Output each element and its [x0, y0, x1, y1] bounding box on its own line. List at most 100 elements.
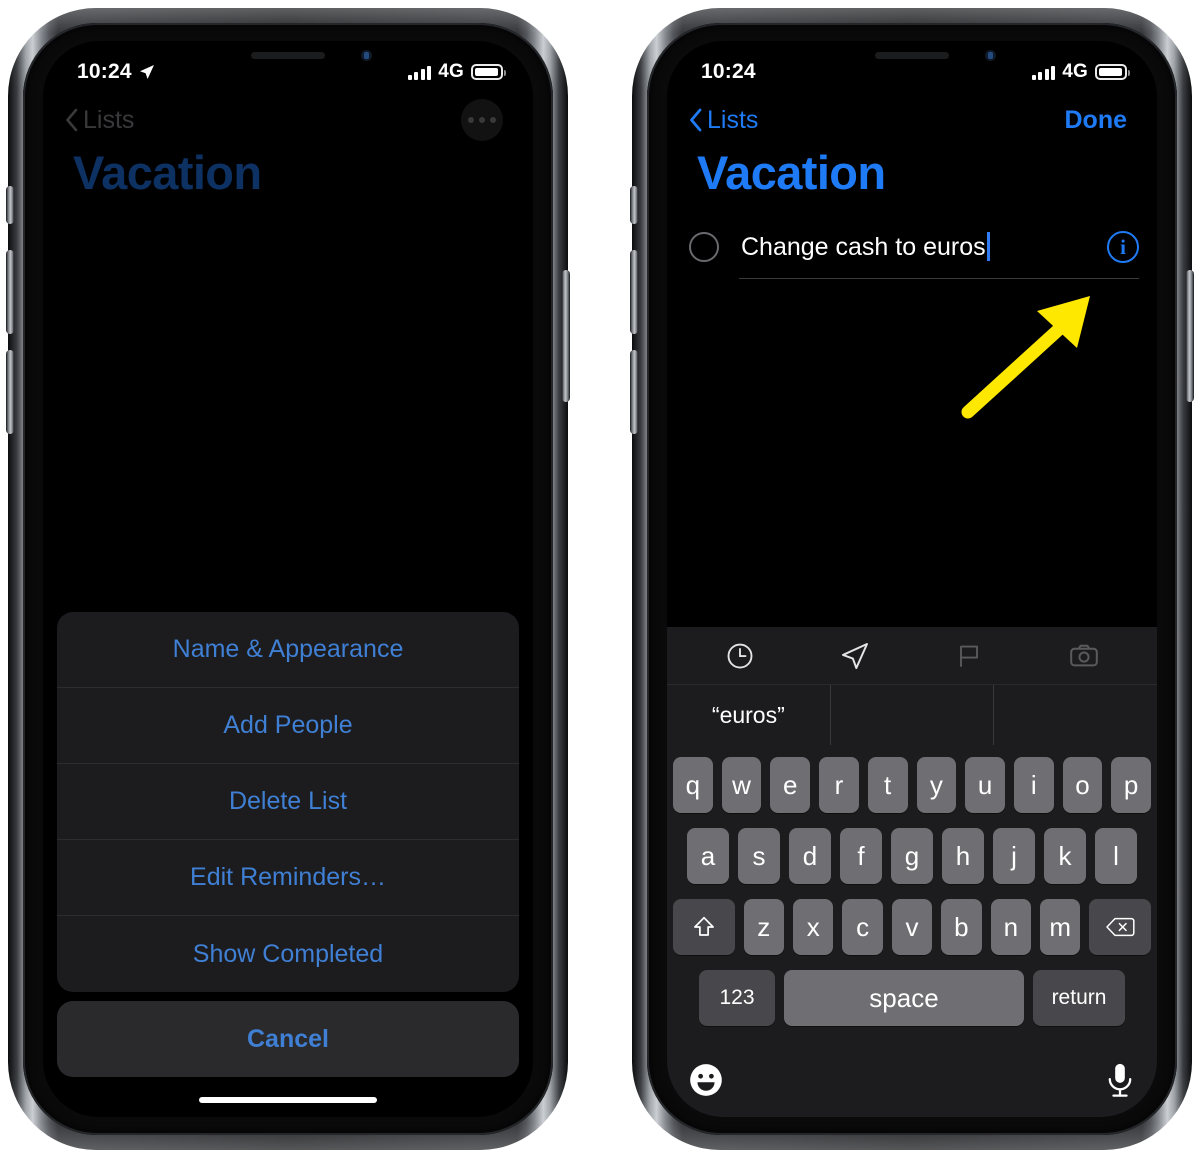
- sheet-item-edit-reminders[interactable]: Edit Reminders…: [57, 840, 519, 916]
- volume-up-button[interactable]: [6, 250, 14, 334]
- earpiece-speaker-icon: [875, 52, 949, 59]
- quick-toolbar-clock-button[interactable]: [683, 641, 798, 671]
- reminder-text: Change cash to euros: [741, 233, 986, 261]
- mute-switch[interactable]: [630, 186, 638, 224]
- key-p[interactable]: p: [1111, 757, 1152, 813]
- mute-switch[interactable]: [6, 186, 14, 224]
- key-q[interactable]: q: [672, 757, 713, 813]
- done-button[interactable]: Done: [1065, 106, 1128, 135]
- return-key[interactable]: return: [1033, 970, 1125, 1026]
- shift-key[interactable]: [673, 899, 735, 955]
- sheet-item-delete-list[interactable]: Delete List: [57, 764, 519, 840]
- battery-icon: [471, 64, 506, 80]
- key-w[interactable]: w: [721, 757, 762, 813]
- keyboard-row-3: z x c v b n m: [673, 899, 1151, 955]
- status-left: 10:24: [77, 60, 155, 84]
- quick-toolbar-flag-button[interactable]: [912, 641, 1027, 671]
- status-right: 4G: [407, 61, 506, 83]
- reminder-title-input[interactable]: Change cash to euros: [741, 232, 990, 262]
- prediction-2[interactable]: [831, 685, 995, 745]
- key-v[interactable]: v: [891, 899, 933, 955]
- notch: [806, 41, 1018, 71]
- power-button[interactable]: [1186, 270, 1194, 402]
- volume-up-button[interactable]: [630, 250, 638, 334]
- key-e[interactable]: e: [770, 757, 811, 813]
- left-list-title: Vacation: [73, 146, 262, 199]
- back-to-lists-button[interactable]: Lists: [689, 106, 758, 135]
- key-o[interactable]: o: [1062, 757, 1103, 813]
- back-to-lists-button[interactable]: Lists: [65, 106, 134, 135]
- earpiece-speaker-icon: [251, 52, 325, 59]
- key-f[interactable]: f: [840, 828, 882, 884]
- emoji-key[interactable]: [687, 1061, 725, 1104]
- back-label: Lists: [83, 105, 135, 134]
- key-a[interactable]: a: [687, 828, 729, 884]
- numbers-key[interactable]: 123: [699, 970, 775, 1026]
- right-nav-bar: Lists Done: [667, 89, 1157, 151]
- keyboard-bottom-bar: [667, 1041, 1157, 1117]
- right-phone-screen: 10:24 4G Lists Done Vacation Change cash…: [667, 41, 1157, 1117]
- battery-icon: [1095, 64, 1130, 80]
- action-sheet-group: Name & Appearance Add People Delete List…: [57, 612, 519, 992]
- action-sheet: Name & Appearance Add People Delete List…: [57, 612, 519, 1077]
- sheet-item-add-people[interactable]: Add People: [57, 688, 519, 764]
- reminder-row[interactable]: Change cash to euros i: [689, 216, 1139, 278]
- front-camera-icon: [985, 50, 996, 61]
- right-phone-device: 10:24 4G Lists Done Vacation Change cash…: [630, 8, 1194, 1150]
- keyboard-row-4: 123 space return: [673, 970, 1151, 1026]
- right-list-title: Vacation: [697, 146, 886, 199]
- sheet-cancel-button[interactable]: Cancel: [57, 1001, 519, 1077]
- prediction-3[interactable]: [994, 685, 1157, 745]
- key-c[interactable]: c: [842, 899, 883, 955]
- key-i[interactable]: i: [1013, 757, 1054, 813]
- chevron-left-icon: [66, 108, 78, 132]
- text-caret: [986, 232, 990, 261]
- key-s[interactable]: s: [738, 828, 780, 884]
- circle-checkbox-icon[interactable]: [689, 232, 719, 262]
- clock-icon: [727, 643, 753, 668]
- keyboard-row-1: q w e r t y u i o p: [672, 757, 1152, 813]
- key-b[interactable]: b: [941, 899, 982, 955]
- key-j[interactable]: j: [993, 828, 1035, 884]
- notch: [182, 41, 394, 71]
- backspace-key[interactable]: [1089, 899, 1151, 955]
- dictation-key[interactable]: [1103, 1061, 1137, 1104]
- key-d[interactable]: d: [789, 828, 831, 884]
- volume-down-button[interactable]: [630, 350, 638, 434]
- key-r[interactable]: r: [819, 757, 859, 813]
- key-u[interactable]: u: [965, 757, 1005, 813]
- left-phone-device: 10:24 4G Lists Vacation Name & Appearanc…: [6, 8, 570, 1150]
- key-m[interactable]: m: [1040, 899, 1081, 955]
- home-indicator[interactable]: [199, 1097, 377, 1103]
- sheet-item-show-completed[interactable]: Show Completed: [57, 916, 519, 992]
- network-label: 4G: [1062, 61, 1088, 82]
- key-x[interactable]: x: [792, 899, 834, 955]
- key-l[interactable]: l: [1095, 828, 1137, 884]
- key-t[interactable]: t: [867, 757, 908, 813]
- quick-toolbar-camera-button[interactable]: [1027, 640, 1142, 672]
- key-z[interactable]: z: [743, 899, 784, 955]
- prediction-1[interactable]: “euros”: [667, 685, 831, 745]
- backspace-icon: [1106, 917, 1135, 937]
- location-arrow-icon: [139, 65, 154, 79]
- key-n[interactable]: n: [990, 899, 1032, 955]
- shift-arrow-icon: [693, 916, 714, 936]
- flag-icon: [960, 645, 979, 667]
- power-button[interactable]: [562, 270, 570, 402]
- predictive-text-bar: “euros”: [667, 685, 1157, 745]
- key-h[interactable]: h: [942, 828, 984, 884]
- quick-toolbar-location-button[interactable]: [798, 640, 913, 672]
- info-circle-icon[interactable]: i: [1107, 231, 1139, 263]
- key-g[interactable]: g: [891, 828, 933, 884]
- camera-icon: [1069, 644, 1098, 666]
- left-phone-screen: 10:24 4G Lists Vacation Name & Appearanc…: [43, 41, 533, 1117]
- key-y[interactable]: y: [916, 757, 957, 813]
- reminder-separator: [739, 278, 1139, 279]
- keyboard-rows: q w e r t y u i o p a s d f g h j k l z …: [667, 745, 1157, 1026]
- more-options-button[interactable]: [461, 99, 503, 141]
- volume-down-button[interactable]: [6, 350, 14, 434]
- space-key[interactable]: space: [784, 970, 1024, 1026]
- status-time: 10:24: [77, 60, 132, 83]
- sheet-item-name-appearance[interactable]: Name & Appearance: [57, 612, 519, 688]
- key-k[interactable]: k: [1044, 828, 1086, 884]
